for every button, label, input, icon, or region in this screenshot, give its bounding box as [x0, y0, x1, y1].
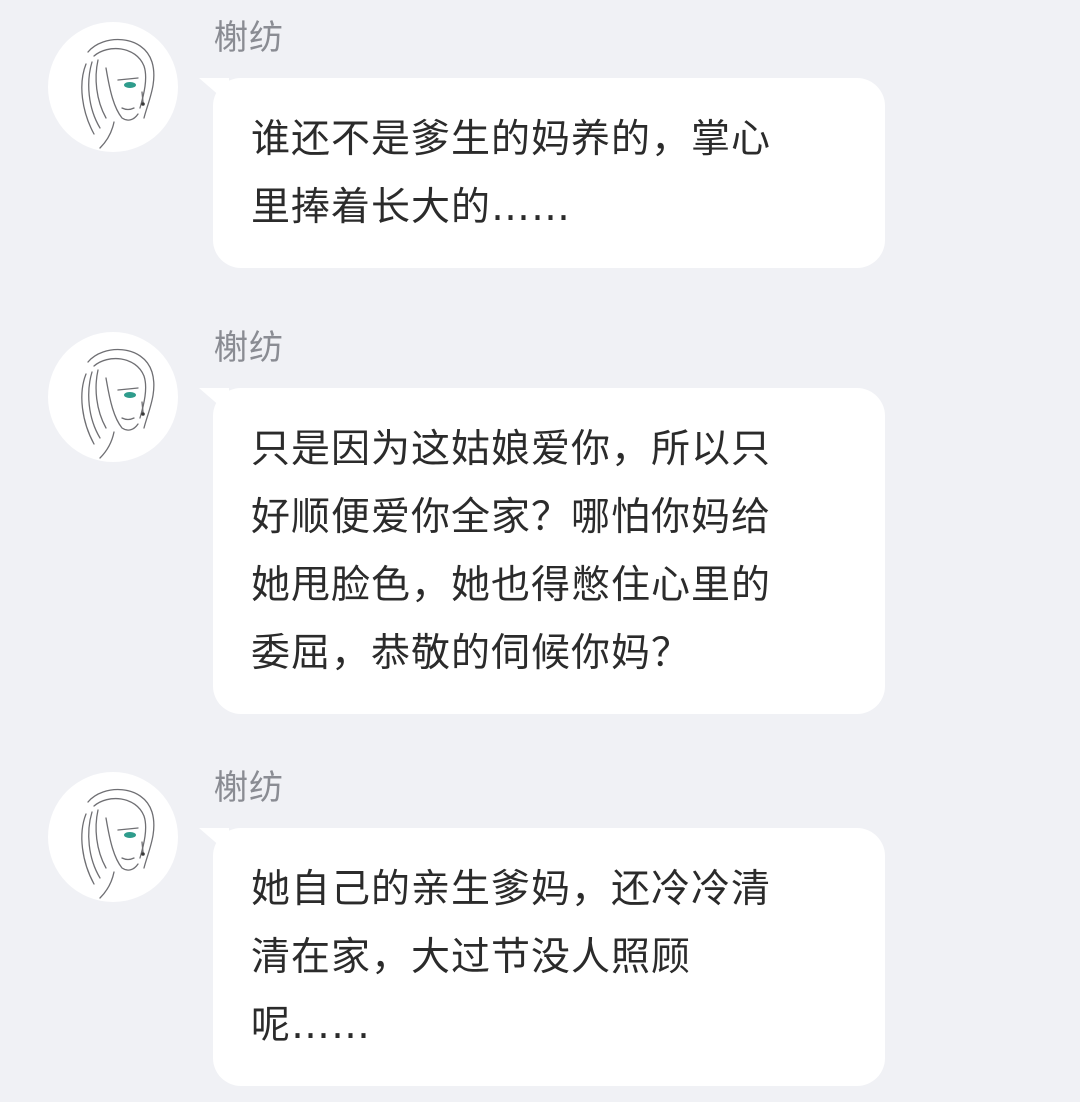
sender-name: 榭纺: [214, 328, 284, 368]
line-art-woman-face-icon: [81, 39, 155, 149]
avatar[interactable]: [48, 332, 178, 462]
message-text: 只是因为这姑娘爱你，所以只 好顺便爱你全家？哪怕你妈给 她甩脸色，她也得憋住心里…: [251, 427, 772, 676]
message-text: 她自己的亲生爹妈，还冷冷清 清在家，大过节没人照顾 呢……: [251, 867, 772, 1048]
chat-message: 榭纺 谁还不是爹生的妈养的，掌心 里捧着长大的……: [0, 6, 1080, 268]
avatar[interactable]: [48, 22, 178, 152]
message-text: 谁还不是爹生的妈养的，掌心 里捧着长大的……: [251, 117, 772, 230]
message-bubble[interactable]: 谁还不是爹生的妈养的，掌心 里捧着长大的……: [213, 78, 885, 268]
chat-message: 榭纺 只是因为这姑娘爱你，所以只 好顺便爱你全家？哪怕你妈给 她甩脸色，她也得憋…: [0, 316, 1080, 714]
avatar[interactable]: [48, 772, 178, 902]
sender-name: 榭纺: [214, 768, 284, 808]
sender-name: 榭纺: [214, 18, 284, 58]
chat-message: 榭纺 她自己的亲生爹妈，还冷冷清 清在家，大过节没人照顾 呢……: [0, 756, 1080, 1086]
message-bubble[interactable]: 只是因为这姑娘爱你，所以只 好顺便爱你全家？哪怕你妈给 她甩脸色，她也得憋住心里…: [213, 388, 885, 714]
line-art-woman-face-icon: [81, 789, 155, 899]
line-art-woman-face-icon: [81, 349, 155, 459]
message-bubble[interactable]: 她自己的亲生爹妈，还冷冷清 清在家，大过节没人照顾 呢……: [213, 828, 885, 1086]
